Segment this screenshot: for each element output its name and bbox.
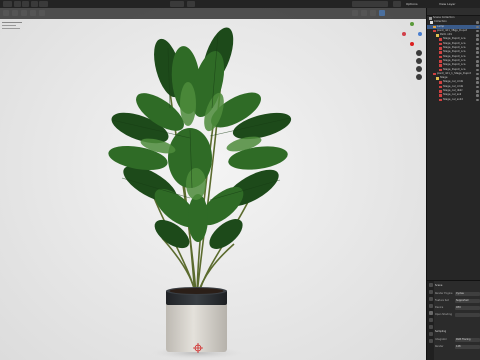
modifier-tab-icon[interactable] [428,332,433,336]
render-tab-icon[interactable] [428,290,433,294]
snap-toggle[interactable] [187,1,195,7]
visibility-eye-icon[interactable] [476,81,479,85]
visibility-eye-icon[interactable] [476,98,479,102]
visibility-eye-icon[interactable] [476,90,479,93]
outliner-item[interactable]: Stage_cel_soild [427,98,480,102]
sampling-field[interactable]: Path Tracing [455,337,480,342]
visibility-eye-icon[interactable] [476,21,479,24]
visibility-eye-icon[interactable] [476,25,479,29]
palm-plant-render [108,27,292,359]
view-layer-label[interactable]: View Layer [439,1,455,7]
world-tab-icon[interactable] [428,318,433,322]
sampling-label: Render [435,345,444,348]
mesh-icon [439,90,442,93]
property-label: Feature Set [435,299,449,302]
outliner-item-label: Stage_cel_soild [443,97,463,101]
object-tab-icon[interactable] [428,325,433,329]
outliner-header [427,8,480,16]
viewport-shading-buttons[interactable] [352,1,388,7]
plant-pot [166,287,227,352]
object-menu[interactable] [39,1,48,7]
property-field[interactable]: Supported [455,298,480,303]
mesh-icon [439,38,442,42]
sampling-field[interactable]: 128 [455,344,480,349]
mesh-icon [439,68,442,72]
overlay-toggle[interactable] [393,1,401,7]
mesh-icon [439,47,442,50]
visibility-eye-icon[interactable] [476,55,479,59]
mesh-icon [439,85,442,89]
mesh-icon [439,64,442,67]
property-field[interactable] [455,312,480,317]
visibility-eye-icon[interactable] [476,85,479,89]
3d-viewport[interactable] [0,8,426,360]
output-tab-icon[interactable] [428,297,433,301]
visibility-eye-icon[interactable] [476,34,479,37]
visibility-eye-icon[interactable] [476,64,479,67]
property-field[interactable]: CPU [455,305,480,310]
collection-icon [430,21,433,24]
property-label: Open Shading [435,313,452,316]
properties-tabs [427,281,434,360]
mesh-icon [439,42,442,46]
mesh-icon [439,81,442,85]
property-label: Device [435,306,444,309]
mesh-icon [439,94,442,97]
mesh-icon [439,59,442,63]
properties-panel: Scene Render Engine Cycles Feature Set Supp… [426,280,480,360]
outliner-panel: Scene Collection Collection Lamp plant_n01… [426,8,480,280]
material-tab-icon[interactable] [428,339,433,343]
tool-tab-icon[interactable] [428,283,433,287]
select-menu[interactable] [22,1,29,7]
visibility-eye-icon[interactable] [476,29,479,33]
mesh-icon [433,29,436,33]
visibility-eye-icon[interactable] [476,47,479,50]
mesh-icon [439,98,442,102]
scene-tab-icon[interactable] [428,311,433,315]
add-menu[interactable] [31,1,38,7]
visibility-eye-icon[interactable] [476,51,479,54]
sampling-label: Integrator [435,338,447,341]
empty-icon [436,77,439,80]
visibility-eye-icon[interactable] [476,68,479,72]
mesh-icon [439,55,442,59]
empty-icon [436,34,439,37]
scene-collection-icon [429,17,432,20]
properties-section-title: Scene [435,284,443,287]
layout-options-menu[interactable]: Options [406,1,418,7]
visibility-eye-icon[interactable] [476,72,479,76]
top-bar: Options View Layer [0,0,480,8]
palm-fronds [108,27,292,249]
mesh-icon [433,72,436,76]
view-menu[interactable] [14,1,21,7]
visibility-eye-icon[interactable] [476,94,479,97]
visibility-eye-icon[interactable] [476,38,479,42]
visibility-eye-icon[interactable] [476,42,479,46]
transform-orientation[interactable] [170,1,184,7]
visibility-eye-icon[interactable] [476,77,479,80]
editor-type-button[interactable] [3,1,12,7]
outliner-tree: Collection Lamp plant_n01_3Bgp_Dupot Palm n… [427,20,480,102]
view-layer-tab-icon[interactable] [428,304,433,308]
mesh-icon [439,51,442,54]
sampling-section-title[interactable]: Sampling [435,329,446,334]
visibility-eye-icon[interactable] [476,59,479,63]
object-icon [433,25,436,29]
property-label: Render Engine [435,292,453,295]
property-field[interactable]: Cycles [455,291,480,296]
